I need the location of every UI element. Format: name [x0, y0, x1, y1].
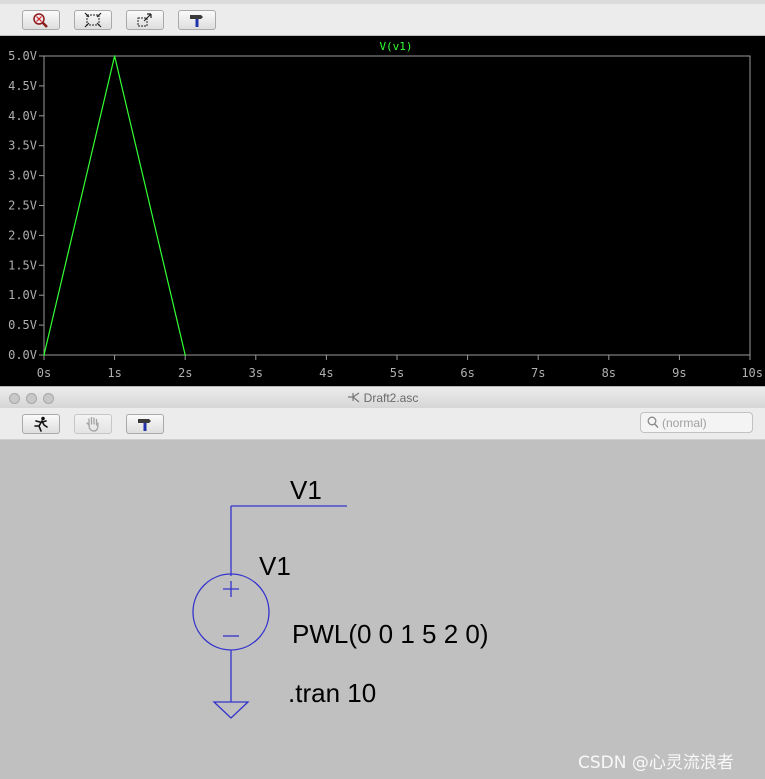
- hand-icon: [86, 416, 99, 432]
- series-line-v1[interactable]: [43, 55, 186, 356]
- schematic-title-text: Draft2.asc: [363, 391, 419, 405]
- series-point: [43, 354, 45, 356]
- y-tick-label: 0.0V: [8, 348, 37, 362]
- series-point: [184, 354, 186, 356]
- run-button[interactable]: [22, 414, 60, 434]
- x-tick-label: 8s: [602, 366, 616, 380]
- hammer-icon: [190, 15, 203, 27]
- zoom-full-button[interactable]: [22, 10, 60, 30]
- x-tick-label: 0s: [37, 366, 51, 380]
- x-tick-label: 7s: [531, 366, 545, 380]
- y-tick-label: 5.0V: [8, 49, 37, 63]
- schematic-title: Draft2.asc: [0, 391, 765, 405]
- x-tick-label: 9s: [672, 366, 686, 380]
- waveform-plot[interactable]: V(v1) 0.0V 0.5V 1.0V 1.5V 2.0V 2.5V 3.0V 3.5V 4.…: [0, 36, 765, 386]
- source-value-label[interactable]: PWL(0 0 1 5 2 0): [292, 619, 489, 649]
- x-tick-label: 4s: [319, 366, 333, 380]
- schematic-canvas[interactable]: V1 V1 PWL(0 0 1 5 2 0) .tran 10: [0, 440, 765, 779]
- y-tick-label: 2.5V: [8, 199, 37, 213]
- x-tick-label: 1s: [107, 366, 121, 380]
- autorange-button[interactable]: [126, 414, 164, 434]
- y-tick-label: 1.0V: [8, 288, 37, 302]
- zoom-full-icon: [33, 13, 48, 28]
- zoom-area-icon: [84, 12, 102, 28]
- running-man-icon: [34, 416, 48, 432]
- x-tick-label: 5s: [390, 366, 404, 380]
- waveform-window: V(v1) 0.0V 0.5V 1.0V 1.5V 2.0V 2.5V 3.0V 3.5V 4.…: [0, 0, 765, 386]
- search-field[interactable]: [640, 412, 753, 433]
- x-axis: 0s 1s 2s 3s 4s 5s 6s 7s 8s 9s 10s: [37, 355, 763, 380]
- source-name-label[interactable]: V1: [259, 551, 291, 581]
- x-tick-label: 2s: [178, 366, 192, 380]
- search-input[interactable]: [662, 414, 748, 431]
- y-axis: 0.0V 0.5V 1.0V 1.5V 2.0V 2.5V 3.0V 3.5V 4.0V 4.5V…: [8, 49, 44, 362]
- waveform-toolbar: [0, 4, 765, 36]
- y-tick-label: 4.5V: [8, 79, 37, 93]
- schematic-document-icon: [347, 392, 360, 403]
- y-tick-label: 2.0V: [8, 228, 37, 242]
- voltage-source-symbol[interactable]: [192, 560, 270, 702]
- y-tick-label: 4.0V: [8, 109, 37, 123]
- x-tick-label: 6s: [460, 366, 474, 380]
- series-layer: [43, 55, 186, 356]
- halt-button[interactable]: [74, 414, 112, 434]
- autorange-button[interactable]: [178, 10, 216, 30]
- plus-sign-icon: [223, 581, 239, 597]
- hammer-icon: [138, 419, 151, 431]
- search-icon: [647, 416, 659, 428]
- x-tick-label: 10s: [741, 366, 763, 380]
- y-tick-label: 0.5V: [8, 318, 37, 332]
- schematic-toolbar: [0, 408, 765, 440]
- y-tick-label: 3.0V: [8, 169, 37, 183]
- trace-label-v1[interactable]: V(v1): [379, 40, 412, 53]
- zoom-back-button[interactable]: [126, 10, 164, 30]
- x-tick-label: 3s: [249, 366, 263, 380]
- ground-icon[interactable]: [212, 701, 250, 719]
- y-tick-label: 1.5V: [8, 258, 37, 272]
- watermark: CSDN @心灵流浪者: [578, 753, 734, 773]
- y-tick-label: 3.5V: [8, 139, 37, 153]
- net-label[interactable]: V1: [290, 475, 322, 505]
- spice-directive[interactable]: .tran 10: [288, 678, 376, 708]
- series-point: [113, 55, 116, 57]
- schematic-titlebar: Draft2.asc: [0, 386, 765, 408]
- schematic-window: Draft2.asc (normal) V1 V1 PWL(0 0 1 5 2 …: [0, 386, 765, 779]
- zoom-back-icon: [137, 13, 152, 27]
- zoom-area-button[interactable]: [74, 10, 112, 30]
